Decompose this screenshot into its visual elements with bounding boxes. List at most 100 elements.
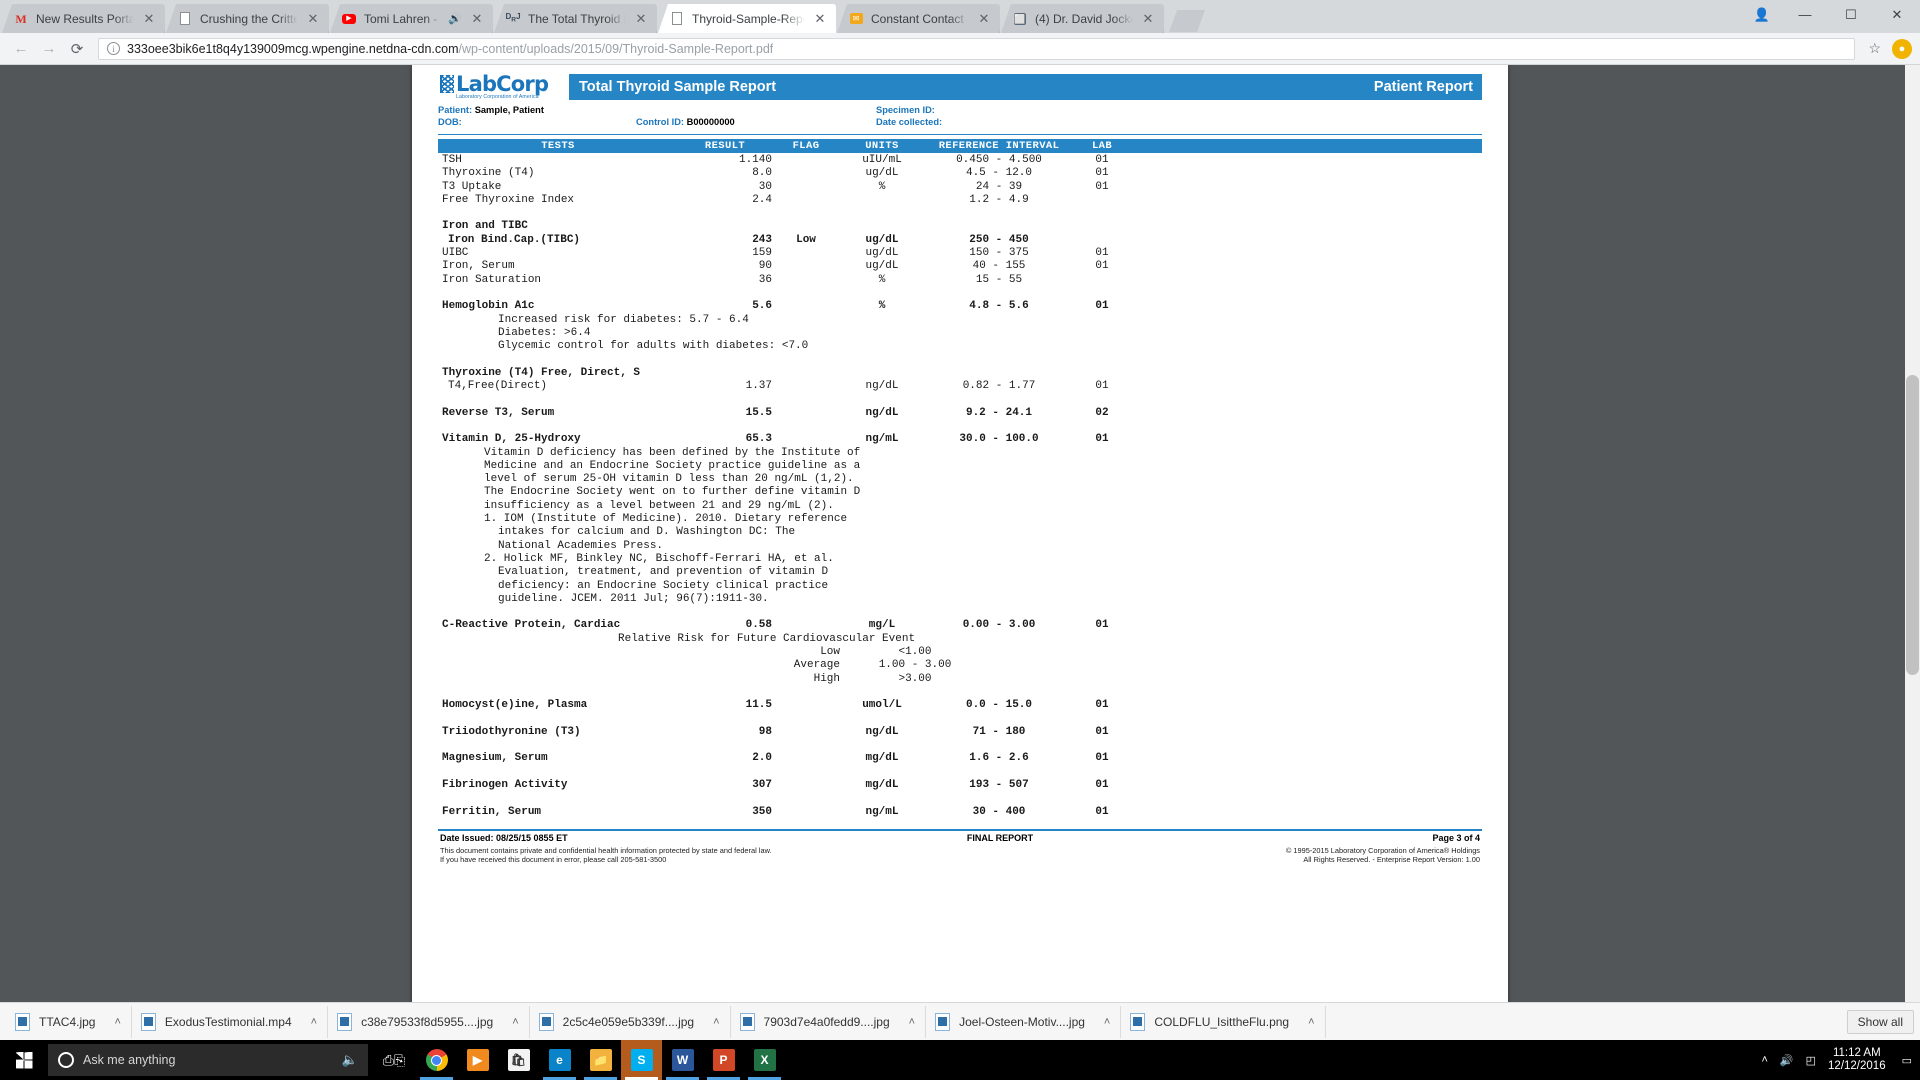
result-note: 2. Holick MF, Binkley NC, Bischoff-Ferra…: [484, 552, 834, 565]
download-item-0[interactable]: TTAC4.jpg ˄: [6, 1005, 132, 1038]
browser-tab-6[interactable]: ⬜ (4) Dr. David Jockers ✕: [1001, 4, 1164, 33]
browser-tab-1[interactable]: Crushing the Critters, Plu ✕: [166, 4, 329, 33]
cell-test: Vitamin D, 25-Hydroxy: [442, 433, 581, 446]
file-icon: [140, 1012, 156, 1031]
taskbar-app-skype[interactable]: S: [621, 1040, 662, 1080]
task-view-button[interactable]: ⎙⎘: [372, 1040, 416, 1080]
close-window-button[interactable]: ✕: [1874, 0, 1920, 29]
col-reference-interval: REFERENCE INTERVAL: [938, 140, 1060, 152]
cell-result: 11.5: [745, 699, 772, 712]
cell-reference: 71 - 180: [972, 725, 1026, 738]
cell-reference: 150 - 375: [969, 247, 1029, 260]
cell-units: ng/dL: [865, 380, 899, 393]
browser-tab-2[interactable]: ▶ Tomi Lahren - Tomi ho 🔊 ✕: [330, 4, 493, 33]
result-note: Relative Risk for Future Cardiovascular …: [618, 632, 916, 645]
start-button[interactable]: [0, 1040, 48, 1080]
taskbar-app-word[interactable]: W: [662, 1040, 703, 1080]
new-tab-button[interactable]: [1169, 10, 1205, 32]
download-item-5[interactable]: Joel-Osteen-Motiv....jpg ˄: [926, 1005, 1122, 1038]
specimen-column: Specimen ID: Date collected:: [876, 105, 942, 128]
chevron-up-icon[interactable]: ˄: [114, 1016, 120, 1028]
cell-flag: [772, 806, 840, 819]
profile-icon[interactable]: 👤: [1742, 0, 1782, 29]
cell-reference: 0.0 - 15.0: [965, 699, 1032, 712]
tab-close-icon[interactable]: ✕: [305, 11, 321, 27]
taskbar-app-powerpoint[interactable]: P: [703, 1040, 744, 1080]
cortana-search-box[interactable]: Ask me anything 🔈: [48, 1044, 368, 1076]
pdf-scrollbar[interactable]: [1905, 65, 1920, 1002]
cell-lab: 01: [1095, 725, 1109, 738]
download-item-3[interactable]: 2c5c4e059e5b339f....jpg ˄: [530, 1005, 731, 1038]
chevron-up-icon[interactable]: ˄: [1104, 1016, 1110, 1028]
volume-icon[interactable]: 🔊: [1780, 1054, 1794, 1067]
show-all-downloads-button[interactable]: Show all: [1846, 1009, 1914, 1034]
clock[interactable]: 11:12 AM 12/12/2016: [1828, 1047, 1890, 1073]
row-spacer: [438, 420, 1482, 433]
row-spacer: [438, 393, 1482, 406]
tab-close-icon[interactable]: ✕: [976, 11, 992, 27]
download-item-4[interactable]: 7903d7e4a0fedd9....jpg ˄: [731, 1005, 927, 1038]
chevron-up-icon[interactable]: ˄: [512, 1016, 518, 1028]
row-spacer: [438, 766, 1482, 779]
result-note: deficiency: an Endocrine Society clinica…: [498, 579, 829, 592]
chevron-up-icon[interactable]: ˄: [1308, 1016, 1314, 1028]
patient-info-block: Patient: Sample, Patient DOB: Control ID…: [438, 105, 1482, 128]
browser-tab-0[interactable]: M New Results Portal (IMPO ✕: [2, 4, 165, 33]
url-path: /wp-content/uploads/2015/09/Thyroid-Samp…: [458, 41, 774, 56]
tab-mute-icon[interactable]: 🔊: [448, 12, 462, 25]
taskbar-app-excel[interactable]: X: [744, 1040, 785, 1080]
cell-result: 2.4: [752, 193, 772, 206]
result-note: Diabetes: >6.4: [498, 326, 591, 339]
results-table-body: TSH 1.140 uIU/mL 0.450 - 4.500 01 Thyroxine (…: [438, 153, 1482, 819]
network-icon[interactable]: ◰: [1806, 1054, 1816, 1067]
tray-chevron-icon[interactable]: ˄: [1761, 1054, 1767, 1066]
reload-button[interactable]: ⟳: [64, 36, 90, 62]
pdf-scrollbar-thumb[interactable]: [1906, 375, 1919, 675]
taskbar-app-movies-tv[interactable]: ▶: [457, 1040, 498, 1080]
cell-flag: [772, 407, 840, 420]
tab-close-icon[interactable]: ✕: [633, 11, 649, 27]
forward-button[interactable]: →: [36, 36, 62, 62]
dna-helix-icon: [440, 75, 454, 93]
cell-units: ng/dL: [865, 406, 899, 419]
tab-close-icon[interactable]: ✕: [1140, 11, 1156, 27]
site-info-icon[interactable]: i: [107, 42, 120, 55]
download-item-1[interactable]: ExodusTestimonial.mp4 ˄: [132, 1005, 329, 1038]
browser-tab-3[interactable]: DRJ The Total Thyroid Report ✕: [494, 4, 657, 33]
user-avatar[interactable]: ●: [1892, 38, 1912, 59]
pdf-viewer: LabCorp Laboratory Corporation of Americ…: [0, 65, 1920, 1002]
taskbar-app-edge[interactable]: e: [539, 1040, 580, 1080]
action-center-icon[interactable]: ▭: [1902, 1054, 1912, 1067]
result-row: Iron, Serum 90 ug/dL 40 - 155 01: [438, 260, 1482, 273]
microphone-icon[interactable]: 🔈: [342, 1052, 358, 1068]
browser-tab-5[interactable]: ✉ Constant Contact ✕: [837, 4, 1000, 33]
browser-tab-4[interactable]: Thyroid-Sample-Report.p ✕: [658, 4, 836, 33]
powerpoint-icon: P: [712, 1049, 735, 1071]
download-file-name: TTAC4.jpg: [39, 1014, 96, 1029]
tab-close-icon[interactable]: ✕: [141, 11, 157, 27]
address-bar[interactable]: i 333oee3bik6e1t8q4y139009mcg.wpengine.n…: [98, 37, 1856, 60]
taskbar-app-chrome[interactable]: [416, 1040, 457, 1080]
maximize-button[interactable]: ☐: [1828, 0, 1874, 29]
risk-label: Low: [820, 645, 840, 658]
cell-reference: 4.5 - 12.0: [965, 167, 1032, 180]
chevron-up-icon[interactable]: ˄: [909, 1016, 915, 1028]
download-item-2[interactable]: c38e79533f8d5955....jpg ˄: [328, 1005, 530, 1038]
taskbar-app-file-explorer[interactable]: 📁: [580, 1040, 621, 1080]
final-report-label: FINAL REPORT: [966, 832, 1034, 843]
back-button[interactable]: ←: [8, 36, 34, 62]
chevron-up-icon[interactable]: ˄: [713, 1016, 719, 1028]
taskbar-app-microsoft-store[interactable]: 🛍: [498, 1040, 539, 1080]
cell-lab: 01: [1095, 180, 1109, 193]
tab-close-icon[interactable]: ✕: [812, 11, 828, 27]
bookmark-star-icon[interactable]: ☆: [1863, 40, 1886, 57]
tab-title: (4) Dr. David Jockers: [1035, 11, 1133, 26]
download-item-6[interactable]: COLDFLU_IsittheFlu.png ˄: [1121, 1005, 1326, 1038]
logo-subtitle: Laboratory Corporation of America: [456, 93, 539, 100]
minimize-button[interactable]: —: [1782, 0, 1828, 29]
chevron-up-icon[interactable]: ˄: [311, 1016, 317, 1028]
cell-lab: 01: [1095, 619, 1109, 632]
cell-reference: 1.2 - 4.9: [969, 193, 1029, 206]
cell-units: ug/dL: [865, 233, 899, 246]
tab-close-icon[interactable]: ✕: [469, 11, 485, 27]
